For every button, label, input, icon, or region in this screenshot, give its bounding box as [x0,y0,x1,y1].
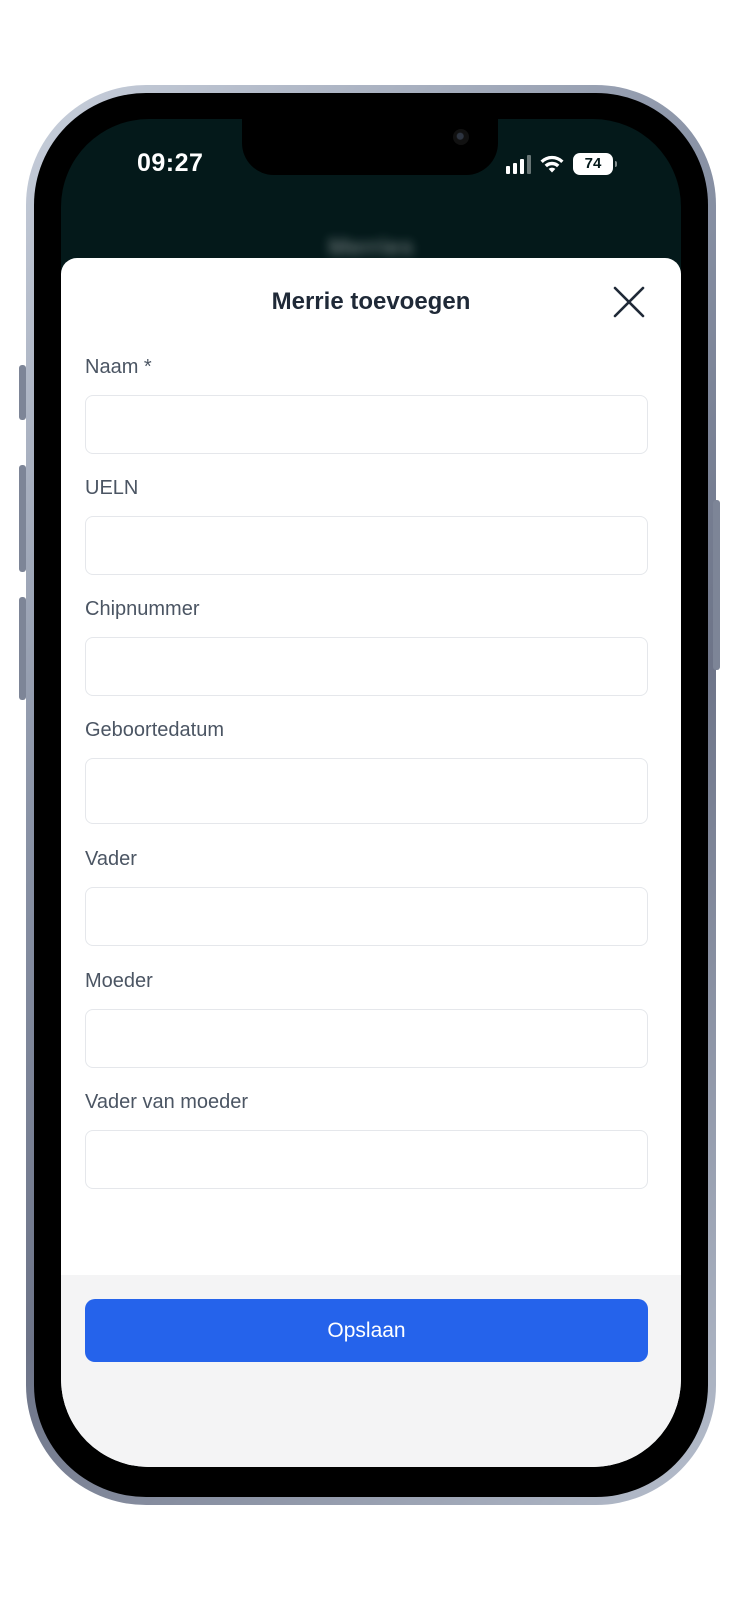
chip-number-input[interactable] [85,637,648,696]
status-bar: 09:27 74 [61,119,681,259]
save-button[interactable]: Opslaan [85,1299,648,1362]
power-button [713,500,720,670]
dam-label: Moeder [85,970,153,992]
sheet-footer: Opslaan [61,1275,681,1467]
volume-down-button [19,597,26,700]
cellular-signal-icon [506,154,531,174]
close-button[interactable] [609,282,649,322]
wifi-icon [540,155,564,173]
screen: Merries 09:27 74 Merrie toevoegen Naam *… [61,119,681,1467]
dam-sire-input[interactable] [85,1130,648,1189]
dam-sire-label: Vader van moeder [85,1091,249,1113]
battery-icon: 74 [573,153,617,175]
name-input[interactable] [85,395,648,454]
chip-number-label: Chipnummer [85,598,200,620]
status-time: 09:27 [137,149,204,177]
sire-input[interactable] [85,887,648,946]
sire-label: Vader [85,848,137,870]
dam-input[interactable] [85,1009,648,1068]
volume-up-button [19,465,26,572]
birth-date-label: Geboortedatum [85,719,224,741]
ueln-label: UELN [85,477,139,499]
action-button [19,365,26,420]
dynamic-island [242,119,498,175]
add-mare-sheet: Merrie toevoegen Naam * UELN Chipnummer … [61,258,681,1467]
name-label: Naam * [85,356,152,378]
ueln-input[interactable] [85,516,648,575]
birth-date-input[interactable] [85,758,648,824]
sheet-title: Merrie toevoegen [271,288,471,315]
status-icons: 74 [506,152,617,176]
close-icon [613,286,645,318]
camera-icon [453,129,469,145]
